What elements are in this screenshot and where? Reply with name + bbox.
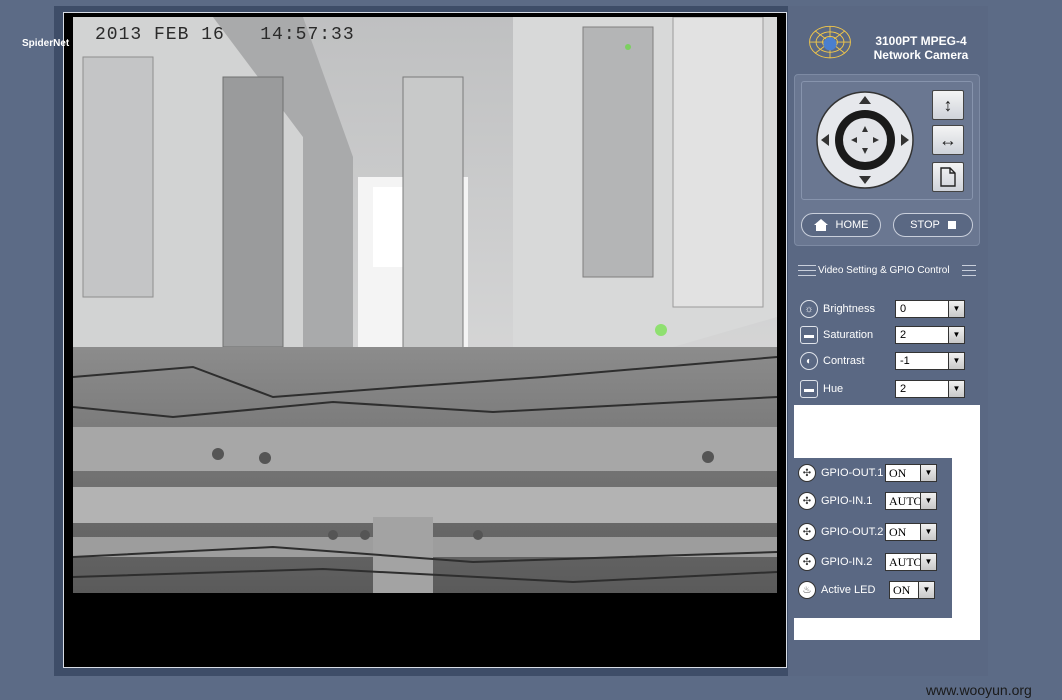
gpio-in-2-label: GPIO-IN.2 [821, 556, 873, 568]
vertical-arrows-icon: ↕ [943, 94, 953, 115]
contrast-icon: ◐ [800, 352, 818, 370]
gpio-icon: ✣ [798, 492, 816, 510]
gpio-out-1-row: ✣ GPIO-OUT.1 ON ▼ [798, 463, 937, 483]
brightness-icon: ☼ [800, 300, 818, 318]
video-osd-timestamp: 2013 FEB 16 14:57:33 [95, 25, 355, 45]
blank-area [794, 405, 980, 458]
preset-page-button[interactable] [932, 162, 964, 192]
camera-model-title: 3100PT MPEG-4 Network Camera [868, 34, 974, 62]
spider-web-icon [809, 25, 851, 59]
contrast-row: ◐ Contrast -1 ▼ [800, 351, 965, 371]
brightness-label: Brightness [823, 303, 875, 315]
led-bulb-icon: ♨ [798, 581, 816, 599]
gpio-icon: ✣ [798, 464, 816, 482]
home-icon [813, 219, 828, 231]
brightness-row: ☼ Brightness 0 ▼ [800, 299, 965, 319]
osd-date: 2013 FEB 16 [95, 25, 225, 45]
chevron-down-icon: ▼ [948, 327, 964, 343]
logo-text: SpiderNet [22, 38, 70, 49]
contrast-select[interactable]: -1 ▼ [895, 352, 965, 370]
chevron-down-icon: ▼ [920, 465, 936, 481]
gpio-in-2-select[interactable]: AUTO ▼ [885, 553, 937, 571]
document-icon [940, 167, 956, 187]
chevron-down-icon: ▼ [920, 493, 936, 509]
osd-time: 14:57:33 [260, 25, 355, 45]
camera-feed-image [73, 17, 777, 593]
stop-button[interactable]: STOP [893, 213, 973, 237]
saturation-select[interactable]: 2 ▼ [895, 326, 965, 344]
chevron-down-icon: ▼ [920, 554, 936, 570]
hue-row: ▬ Hue 2 ▼ [800, 379, 965, 399]
saturation-label: Saturation [823, 329, 874, 341]
saturation-icon: ▬ [800, 326, 818, 344]
hue-select[interactable]: 2 ▼ [895, 380, 965, 398]
gpio-out-1-label: GPIO-OUT.1 [821, 467, 884, 479]
blank-area [794, 618, 980, 640]
gpio-out-2-label: GPIO-OUT.2 [821, 526, 884, 538]
video-setting-title: Video Setting & GPIO Control [818, 265, 950, 276]
gpio-in-2-row: ✣ GPIO-IN.2 AUTO ▼ [798, 552, 937, 572]
chevron-down-icon: ▼ [948, 353, 964, 369]
saturation-row: ▬ Saturation 2 ▼ [800, 325, 965, 345]
horizontal-arrows-icon: ↔ [939, 129, 957, 150]
gpio-in-1-label: GPIO-IN.1 [821, 495, 873, 507]
gpio-out-2-row: ✣ GPIO-OUT.2 ON ▼ [798, 522, 937, 542]
vertical-patrol-button[interactable]: ↕ [932, 90, 964, 120]
gpio-icon: ✣ [798, 553, 816, 571]
gpio-icon: ✣ [798, 523, 816, 541]
horizontal-patrol-button[interactable]: ↔ [932, 125, 964, 155]
active-led-label: Active LED [821, 584, 876, 596]
gpio-out-2-select[interactable]: ON ▼ [885, 523, 937, 541]
hue-icon: ▬ [800, 380, 818, 398]
chevron-down-icon: ▼ [918, 582, 934, 598]
watermark: www.wooyun.org [926, 682, 1032, 698]
chevron-down-icon: ▼ [948, 381, 964, 397]
home-button[interactable]: HOME [801, 213, 881, 237]
model-line-1: 3100PT MPEG-4 [875, 34, 967, 48]
chevron-down-icon: ▼ [920, 524, 936, 540]
ptz-joystick[interactable] [815, 90, 915, 190]
brightness-select[interactable]: 0 ▼ [895, 300, 965, 318]
gpio-in-1-row: ✣ GPIO-IN.1 AUTO ▼ [798, 491, 937, 511]
hue-label: Hue [823, 383, 844, 395]
stop-square-icon [947, 221, 956, 229]
chevron-down-icon: ▼ [948, 301, 964, 317]
gpio-in-1-select[interactable]: AUTO ▼ [885, 492, 937, 510]
active-led-select[interactable]: ON ▼ [889, 581, 935, 599]
gpio-out-1-select[interactable]: ON ▼ [885, 464, 937, 482]
active-led-row: ♨ Active LED ON ▼ [798, 580, 935, 600]
stop-label: STOP [910, 219, 940, 231]
model-line-2: Network Camera [873, 48, 969, 62]
contrast-label: Contrast [823, 355, 865, 367]
blank-area [952, 458, 980, 618]
home-label: HOME [835, 219, 869, 231]
